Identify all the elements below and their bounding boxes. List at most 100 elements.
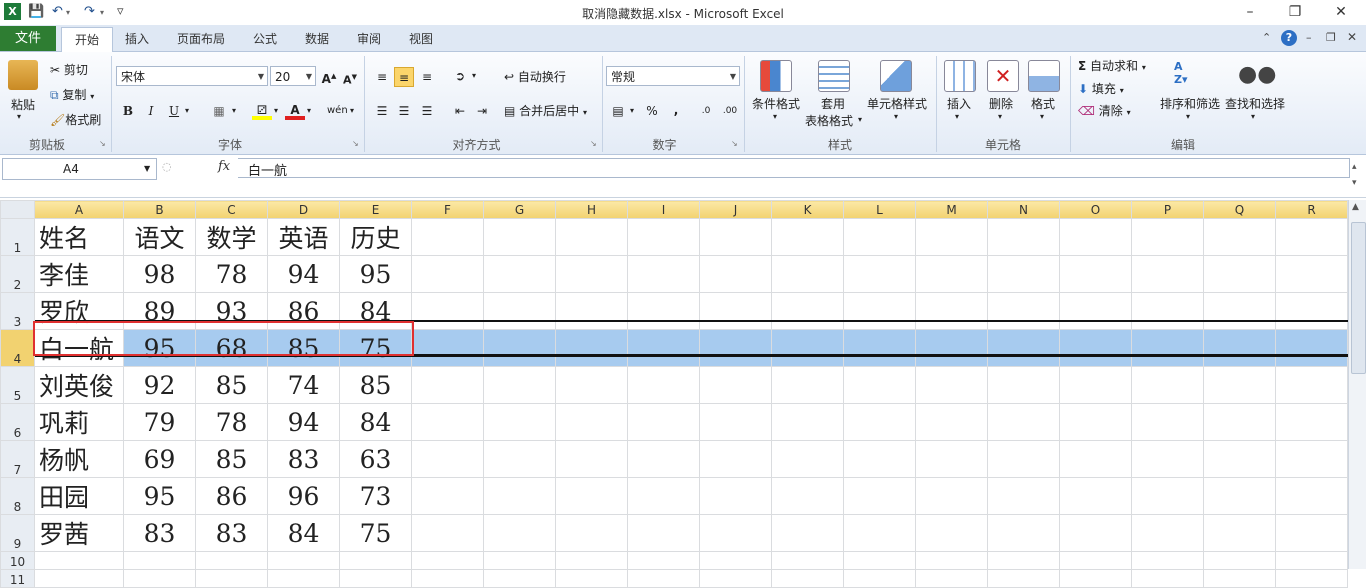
cell-b5[interactable]: 92 — [123, 366, 196, 404]
cell-i7[interactable] — [627, 440, 700, 478]
percent-button[interactable]: % — [642, 101, 662, 121]
column-header-p[interactable]: P — [1131, 200, 1204, 219]
align-left-button[interactable]: ☰ — [372, 101, 392, 121]
cell-k11[interactable] — [771, 569, 844, 588]
expand-formula-bar-icon[interactable]: ▴ — [1352, 162, 1357, 172]
cell-g9[interactable] — [483, 514, 556, 552]
cell-b2[interactable]: 98 — [123, 255, 196, 293]
cell-h1[interactable] — [555, 218, 628, 256]
select-all-corner[interactable] — [0, 200, 35, 219]
increase-decimal-button[interactable]: .0 — [696, 101, 716, 121]
cell-f2[interactable] — [411, 255, 484, 293]
name-box[interactable]: A4 ▼ — [2, 158, 157, 180]
cell-o7[interactable] — [1059, 440, 1132, 478]
cell-e9[interactable]: 75 — [339, 514, 412, 552]
cell-c11[interactable] — [195, 569, 268, 588]
fill-color-button[interactable]: ⚂ — [252, 100, 272, 120]
cell-j7[interactable] — [699, 440, 772, 478]
cell-l7[interactable] — [843, 440, 916, 478]
cell-e8[interactable]: 73 — [339, 477, 412, 515]
copy-button[interactable]: ⧉ 复制 ▾ — [50, 86, 94, 103]
cut-button[interactable]: ✂ 剪切 — [50, 61, 88, 78]
find-select-button[interactable]: ●● — [1238, 60, 1276, 90]
cell-m4[interactable] — [915, 329, 988, 367]
borders-dropdown-icon[interactable]: ▾ — [232, 106, 236, 115]
cell-d5[interactable]: 74 — [267, 366, 340, 404]
cell-j8[interactable] — [699, 477, 772, 515]
cell-j1[interactable] — [699, 218, 772, 256]
cell-n6[interactable] — [987, 403, 1060, 441]
cell-o9[interactable] — [1059, 514, 1132, 552]
cell-m6[interactable] — [915, 403, 988, 441]
cell-n11[interactable] — [987, 569, 1060, 588]
row-header-10[interactable]: 10 — [0, 551, 35, 570]
cell-r1[interactable] — [1275, 218, 1348, 256]
cell-d10[interactable] — [267, 551, 340, 570]
cell-j11[interactable] — [699, 569, 772, 588]
cell-l10[interactable] — [843, 551, 916, 570]
cell-d2[interactable]: 94 — [267, 255, 340, 293]
font-color-dropdown-icon[interactable]: ▾ — [307, 106, 311, 115]
cell-c5[interactable]: 85 — [195, 366, 268, 404]
cell-a10[interactable] — [34, 551, 124, 570]
font-color-button[interactable]: A — [285, 100, 305, 120]
cell-i2[interactable] — [627, 255, 700, 293]
cell-i10[interactable] — [627, 551, 700, 570]
underline-button[interactable]: U — [164, 101, 184, 121]
cell-f5[interactable] — [411, 366, 484, 404]
column-header-g[interactable]: G — [483, 200, 556, 219]
cell-m7[interactable] — [915, 440, 988, 478]
cell-q1[interactable] — [1203, 218, 1276, 256]
cell-d4[interactable]: 85 — [267, 329, 340, 367]
cell-l9[interactable] — [843, 514, 916, 552]
phonetic-button[interactable]: wén — [327, 101, 348, 121]
worksheet-grid[interactable]: A B C D E F G H I J K L M N O P Q R 1 姓名 语文 数学 英语 历史 2 李佳 98 78 94 95… — [0, 200, 1348, 588]
cell-i11[interactable] — [627, 569, 700, 588]
sort-filter-dropdown-icon[interactable]: ▾ — [1186, 112, 1190, 121]
cell-d9[interactable]: 84 — [267, 514, 340, 552]
chevron-down-icon[interactable]: ▼ — [144, 164, 150, 173]
cell-g11[interactable] — [483, 569, 556, 588]
cell-r10[interactable] — [1275, 551, 1348, 570]
cell-r11[interactable] — [1275, 569, 1348, 588]
cell-o10[interactable] — [1059, 551, 1132, 570]
conditional-formatting-dropdown-icon[interactable]: ▾ — [773, 112, 777, 121]
cell-p11[interactable] — [1131, 569, 1204, 588]
font-size-combo[interactable]: 20 ▼ — [270, 66, 316, 86]
cell-p2[interactable] — [1131, 255, 1204, 293]
vertical-scrollbar[interactable]: ▲ — [1348, 200, 1366, 569]
row-header-7[interactable]: 7 — [0, 440, 35, 478]
cell-n4[interactable] — [987, 329, 1060, 367]
cell-styles-dropdown-icon[interactable]: ▾ — [894, 112, 898, 121]
autosum-button[interactable]: Σ 自动求和 ▾ — [1078, 57, 1146, 74]
cell-g8[interactable] — [483, 477, 556, 515]
paste-button[interactable] — [8, 60, 38, 92]
cell-g4[interactable] — [483, 329, 556, 367]
cell-m3[interactable] — [915, 292, 988, 330]
cell-k5[interactable] — [771, 366, 844, 404]
cell-b4[interactable]: 95 — [123, 329, 196, 367]
cell-a7[interactable]: 杨帆 — [34, 440, 124, 478]
cell-l2[interactable] — [843, 255, 916, 293]
tab-data[interactable]: 数据 — [298, 27, 336, 51]
cell-q5[interactable] — [1203, 366, 1276, 404]
cell-styles-button[interactable] — [880, 60, 912, 95]
wrap-text-button[interactable]: ↩ 自动换行 — [504, 68, 566, 85]
cell-j5[interactable] — [699, 366, 772, 404]
close-icon[interactable]: ✕ — [1327, 2, 1355, 22]
cell-k6[interactable] — [771, 403, 844, 441]
accounting-format-button[interactable]: ▤ — [608, 101, 628, 121]
cell-a5[interactable]: 刘英俊 — [34, 366, 124, 404]
cell-e4[interactable]: 75 — [339, 329, 412, 367]
cell-a4[interactable]: 白一航 — [34, 329, 124, 367]
cell-f8[interactable] — [411, 477, 484, 515]
cell-r5[interactable] — [1275, 366, 1348, 404]
scroll-thumb[interactable] — [1351, 222, 1366, 374]
cell-r9[interactable] — [1275, 514, 1348, 552]
cell-d8[interactable]: 96 — [267, 477, 340, 515]
cell-c10[interactable] — [195, 551, 268, 570]
cell-c1[interactable]: 数学 — [195, 218, 268, 256]
cell-c4[interactable]: 68 — [195, 329, 268, 367]
cell-n3[interactable] — [987, 292, 1060, 330]
cell-c7[interactable]: 85 — [195, 440, 268, 478]
